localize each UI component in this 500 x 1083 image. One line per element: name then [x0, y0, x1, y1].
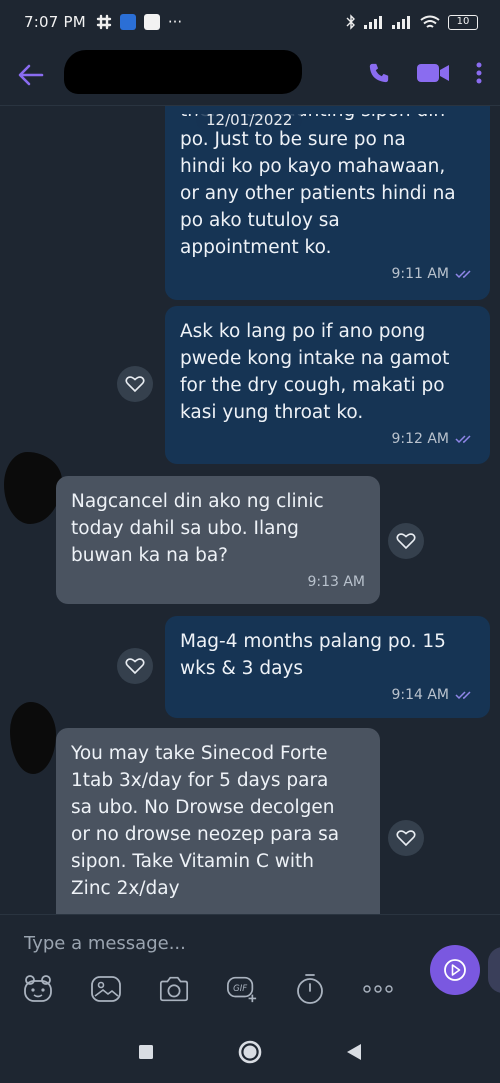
gallery-button[interactable]	[90, 973, 122, 1005]
message-input[interactable]	[24, 929, 404, 957]
like-button[interactable]	[388, 820, 424, 856]
message-text: po. Just to be sure po na hindi ko po ka…	[180, 129, 456, 258]
arrow-left-icon	[18, 64, 44, 85]
message-time: 9:14 AM	[391, 687, 449, 703]
camera-button[interactable]	[158, 973, 190, 1005]
signal-icon	[364, 16, 382, 29]
heart-icon	[396, 830, 416, 847]
camera-icon	[159, 976, 189, 1002]
phone-icon	[369, 63, 389, 82]
message-text: Ask ko lang po if ano pong pwede kong in…	[180, 321, 450, 423]
heart-icon	[396, 533, 416, 550]
home-button[interactable]	[238, 1040, 262, 1068]
message-list[interactable]: po. Just to be sure po na hindi ko po ka…	[0, 106, 500, 914]
read-receipt-icon	[455, 691, 471, 700]
call-button[interactable]	[368, 62, 390, 88]
message-text: Nagcancel din ako ng clinic today dahil …	[71, 491, 324, 566]
square-icon	[139, 1044, 153, 1059]
message-bubble-outgoing[interactable]: Ask ko lang po if ano pong pwede kong in…	[165, 306, 490, 464]
heart-icon	[125, 658, 145, 675]
timer-icon	[297, 974, 323, 1004]
message-time: 9:11 AM	[391, 266, 449, 282]
message-text: Mag-4 months palang po. 15 wks & 3 days	[180, 631, 446, 679]
app-notification-icon	[119, 14, 136, 30]
message-composer: GIF	[0, 914, 500, 1024]
composer-toolbar: GIF	[22, 973, 394, 1005]
more-vertical-icon	[476, 62, 482, 83]
timer-button[interactable]	[294, 973, 326, 1005]
sender-avatar-redacted	[4, 452, 62, 524]
battery-icon: 10	[448, 14, 478, 30]
triangle-back-icon	[347, 1043, 361, 1060]
heart-icon	[125, 376, 145, 393]
status-bar: 7:07 PM ··· 10	[0, 0, 500, 44]
contact-name-redacted[interactable]	[64, 50, 302, 94]
like-button[interactable]	[117, 366, 153, 402]
gif-button[interactable]: GIF	[226, 973, 258, 1005]
wifi-icon	[420, 15, 440, 28]
system-navigation-bar	[0, 1024, 500, 1083]
more-horizontal-icon	[363, 985, 393, 993]
slack-icon	[96, 14, 112, 30]
chat-header	[0, 44, 500, 106]
message-bubble-outgoing[interactable]: Mag-4 months palang po. 15 wks & 3 days …	[165, 616, 490, 718]
message-text: You may take Sinecod Forte 1tab 3x/day f…	[71, 743, 340, 899]
more-options-button[interactable]	[476, 62, 482, 88]
bluetooth-icon	[346, 14, 355, 30]
back-button[interactable]	[18, 60, 48, 90]
read-receipt-icon	[455, 270, 471, 279]
read-receipt-icon	[455, 435, 471, 444]
gif-icon: GIF	[227, 976, 257, 1003]
gallery-icon	[91, 976, 121, 1002]
message-time: 9:13 AM	[307, 574, 365, 590]
recents-button[interactable]	[138, 1044, 154, 1064]
voice-button[interactable]	[488, 947, 500, 993]
sticker-button[interactable]	[22, 973, 54, 1005]
send-icon	[444, 959, 466, 981]
message-time: 9:12 AM	[391, 431, 449, 447]
date-separator: 12/01/2022	[196, 110, 303, 130]
sticker-icon	[24, 975, 52, 1002]
video-call-button[interactable]	[416, 62, 450, 88]
signal-icon-2	[392, 16, 410, 29]
more-tools-button[interactable]	[362, 973, 394, 1005]
like-button[interactable]	[117, 648, 153, 684]
video-camera-icon	[417, 63, 449, 82]
notification-icons: ···	[96, 13, 182, 31]
message-bubble-outgoing[interactable]: po. Just to be sure po na hindi ko po ka…	[165, 106, 490, 300]
message-bubble-incoming[interactable]: You may take Sinecod Forte 1tab 3x/day f…	[56, 728, 380, 914]
sender-avatar-redacted	[10, 702, 56, 774]
message-bubble-incoming[interactable]: Nagcancel din ako ng clinic today dahil …	[56, 476, 380, 604]
more-notifications-icon: ···	[167, 13, 183, 31]
like-button[interactable]	[388, 523, 424, 559]
status-time: 7:07 PM	[24, 13, 86, 31]
back-nav-button[interactable]	[346, 1043, 362, 1065]
calendar-notification-icon	[143, 14, 160, 30]
send-button[interactable]	[430, 945, 480, 995]
circle-icon	[238, 1040, 262, 1063]
svg-text:GIF: GIF	[233, 983, 247, 993]
